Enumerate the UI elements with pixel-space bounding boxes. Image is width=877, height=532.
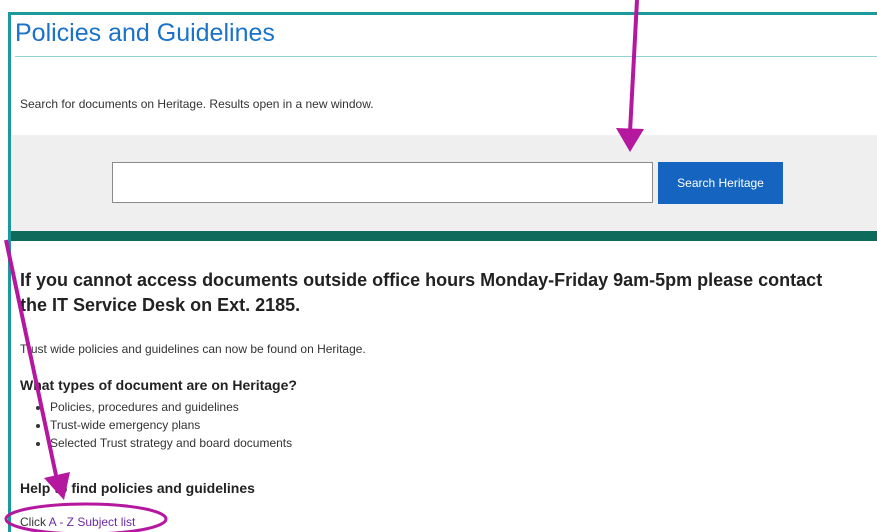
az-prefix: Click [20,515,49,529]
az-line: Click A - Z Subject list [20,515,135,529]
search-band: Search Heritage [11,135,877,231]
notice-heading: If you cannot access documents outside o… [20,270,823,315]
search-input[interactable] [112,162,653,203]
list-item: Policies, procedures and guidelines [50,398,292,416]
doc-types-heading: What types of document are on Heritage? [20,377,297,393]
search-intro-text: Search for documents on Heritage. Result… [20,97,374,111]
intro-paragraph: Trust wide policies and guidelines can n… [20,342,366,356]
title-divider [15,56,877,57]
doc-types-list: Policies, procedures and guidelines Trus… [20,398,292,452]
page-title: Policies and Guidelines [15,19,275,47]
find-heading: Help to find policies and guidelines [20,480,255,496]
list-item: Selected Trust strategy and board docume… [50,434,292,452]
az-subject-list-link[interactable]: A - Z Subject list [49,515,136,529]
list-item: Trust-wide emergency plans [50,416,292,434]
page-frame: Policies and Guidelines Search for docum… [8,12,877,532]
search-heritage-button[interactable]: Search Heritage [658,162,783,204]
section-divider [11,231,877,241]
